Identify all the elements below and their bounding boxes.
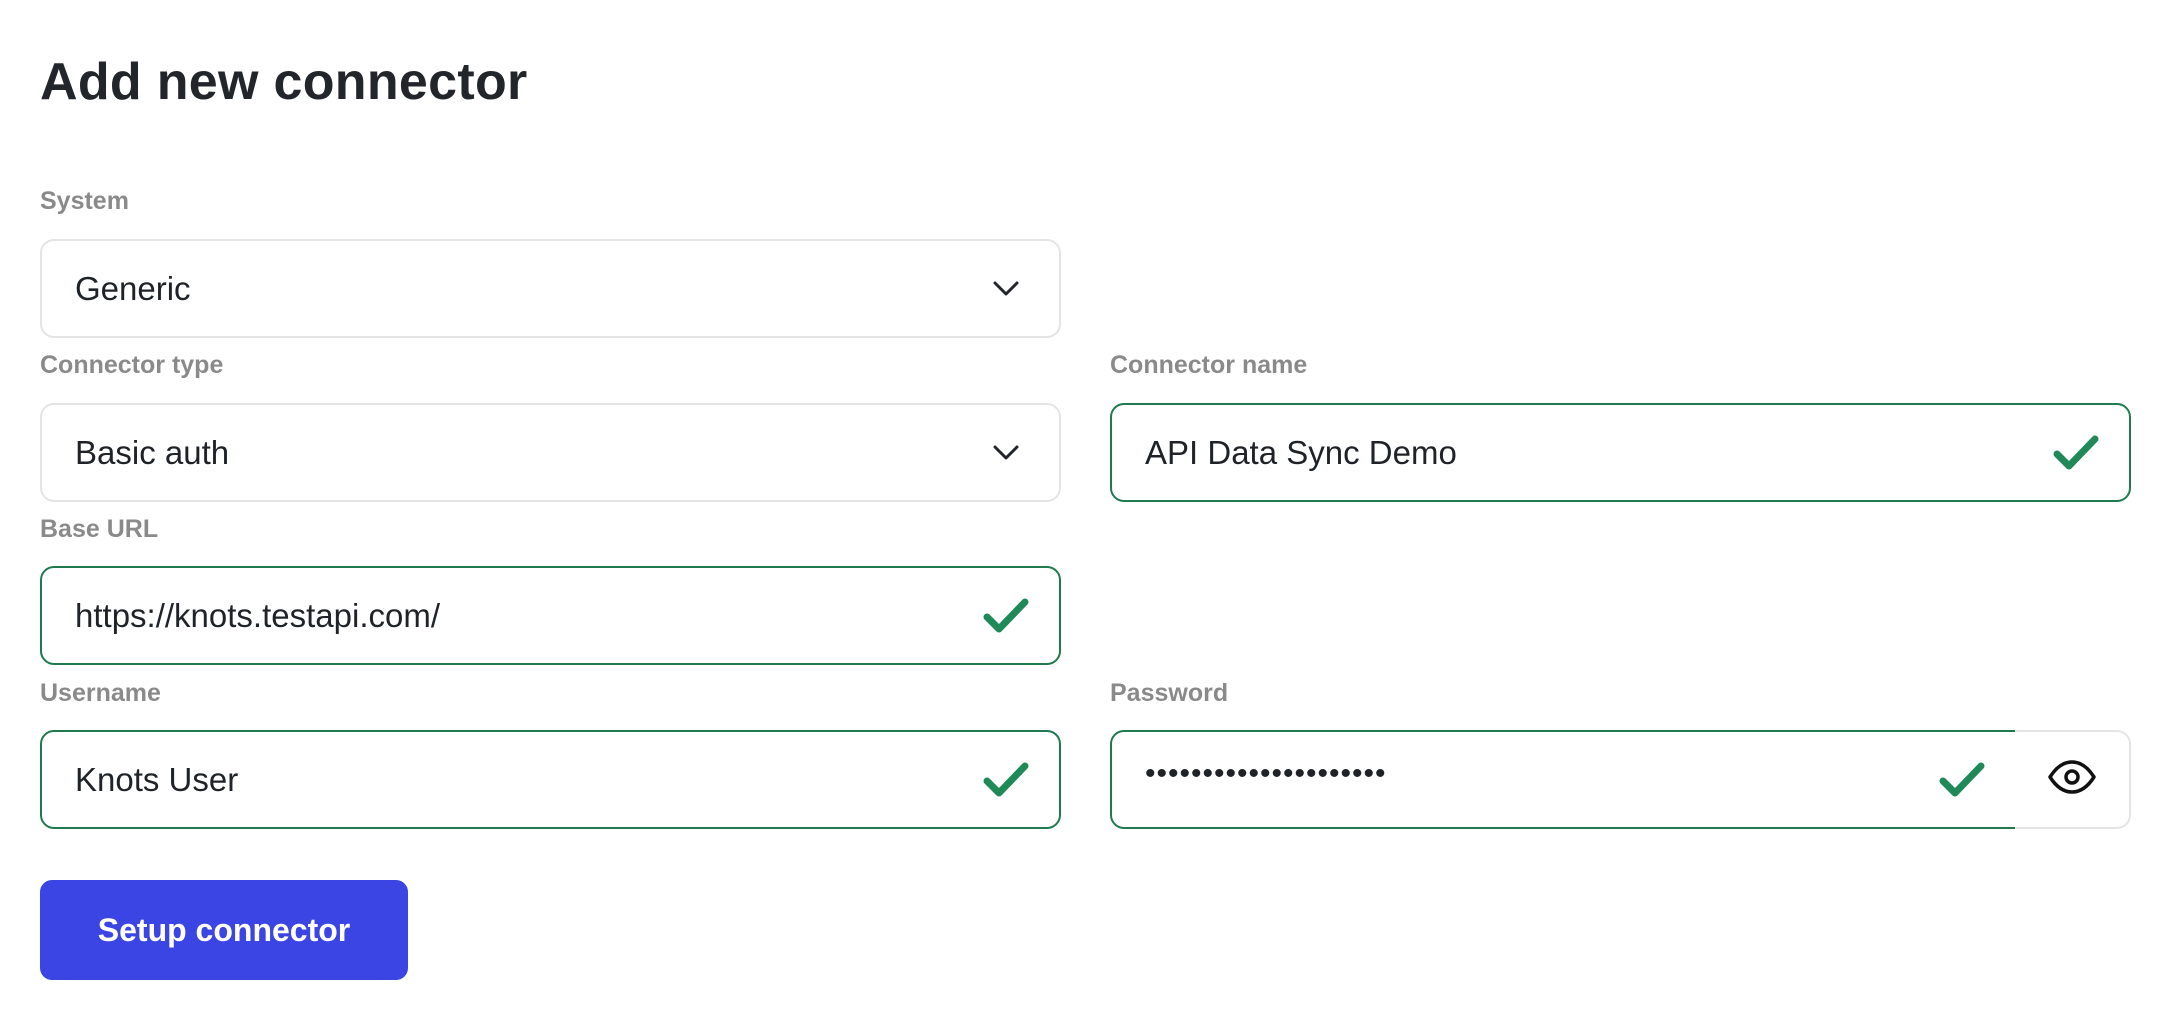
setup-connector-button[interactable]: Setup connector xyxy=(40,880,408,980)
base-url-input[interactable]: https://knots.testapi.com/ xyxy=(40,566,1061,665)
username-input[interactable]: Knots User xyxy=(40,730,1061,829)
username-label: Username xyxy=(40,679,161,707)
password-input[interactable]: ••••••••••••••••••••• xyxy=(1110,730,2017,829)
check-icon xyxy=(979,753,1033,807)
password-masked-value: ••••••••••••••••••••• xyxy=(1145,756,1387,790)
system-label: System xyxy=(40,187,129,215)
base-url-value: https://knots.testapi.com/ xyxy=(75,596,440,634)
show-password-button[interactable] xyxy=(2015,730,2131,829)
password-label: Password xyxy=(1110,679,1229,707)
connector-name-value: API Data Sync Demo xyxy=(1145,433,1457,471)
connector-type-label: Connector type xyxy=(40,351,224,379)
connector-name-label: Connector name xyxy=(1110,351,1308,379)
username-value: Knots User xyxy=(75,760,239,798)
connector-type-select[interactable]: Basic auth xyxy=(40,403,1061,502)
eye-icon xyxy=(2047,760,2097,799)
add-connector-page: Add new connector System Generic Connect… xyxy=(0,0,2172,1016)
chevron-down-icon xyxy=(979,426,1033,480)
check-icon xyxy=(2049,426,2103,480)
connector-type-select-value: Basic auth xyxy=(75,433,230,471)
chevron-down-icon xyxy=(979,262,1033,316)
page-title: Add new connector xyxy=(40,53,528,111)
check-icon xyxy=(979,589,1033,643)
base-url-label: Base URL xyxy=(40,515,159,543)
system-select-value: Generic xyxy=(75,269,191,307)
password-field-group: ••••••••••••••••••••• xyxy=(1110,730,2131,829)
connector-name-input[interactable]: API Data Sync Demo xyxy=(1110,403,2131,502)
system-select[interactable]: Generic xyxy=(40,239,1061,338)
check-icon xyxy=(1935,753,1989,807)
